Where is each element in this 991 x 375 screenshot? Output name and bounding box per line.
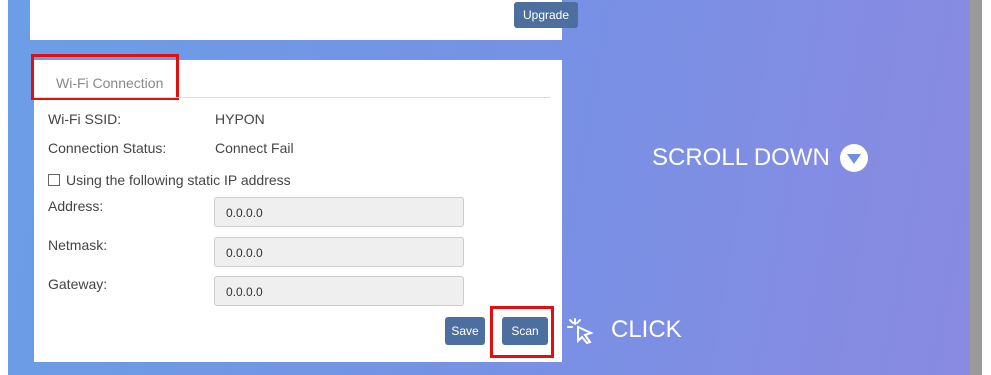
address-field[interactable]: 0.0.0.0 — [214, 197, 464, 227]
wifi-connection-title: Wi-Fi Connection — [56, 75, 164, 91]
upgrade-card: Upgrade — [30, 0, 578, 40]
scrollbar[interactable] — [970, 0, 982, 375]
click-label: CLICK — [611, 316, 682, 343]
static-ip-checkbox[interactable] — [48, 174, 60, 186]
netmask-field[interactable]: 0.0.0.0 — [214, 237, 464, 267]
gateway-field[interactable]: 0.0.0.0 — [214, 276, 464, 306]
connection-status-value: Connect Fail — [215, 140, 294, 156]
scan-button[interactable]: Scan — [502, 317, 548, 345]
netmask-label: Netmask: — [48, 237, 108, 253]
scroll-down-label: SCROLL DOWN — [652, 144, 830, 171]
chevron-down-icon — [839, 144, 868, 172]
divider — [34, 97, 550, 98]
gateway-label: Gateway: — [48, 276, 108, 292]
click-hint: CLICK — [567, 316, 682, 344]
static-ip-row[interactable]: Using the following static IP address — [48, 172, 291, 188]
upgrade-button[interactable]: Upgrade — [514, 2, 578, 28]
ssid-value: HYPON — [215, 111, 265, 127]
connection-status-label: Connection Status: — [48, 140, 167, 156]
address-label: Address: — [48, 198, 104, 214]
static-ip-label: Using the following static IP address — [66, 172, 291, 188]
scroll-down-hint: SCROLL DOWN — [652, 144, 868, 172]
ssid-label: Wi-Fi SSID: — [48, 111, 122, 127]
save-button[interactable]: Save — [445, 317, 485, 345]
wifi-connection-card: Wi-Fi Connection Wi-Fi SSID: HYPON Conne… — [31, 54, 562, 362]
cursor-click-icon — [567, 318, 594, 344]
